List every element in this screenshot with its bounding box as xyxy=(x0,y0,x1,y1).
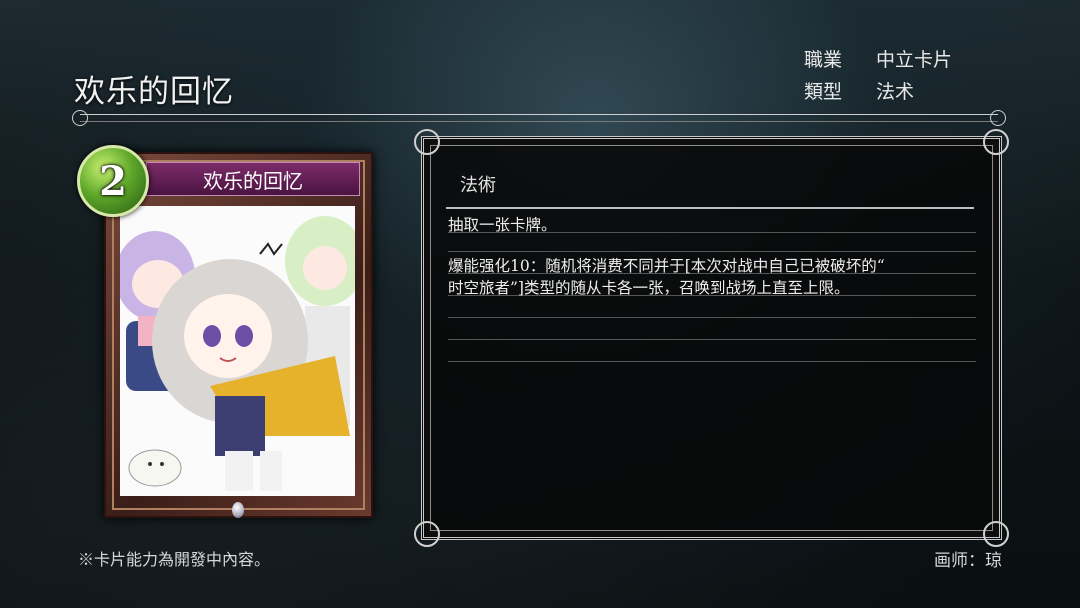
ability-line: 抽取一张卡牌。 xyxy=(448,211,976,234)
corner-ornament-icon xyxy=(414,521,440,547)
cost-gem: 2 xyxy=(77,145,149,217)
header-divider xyxy=(72,110,1006,126)
card-title: 欢乐的回忆 xyxy=(74,74,234,110)
card-preview[interactable]: 欢乐的回忆 xyxy=(104,152,373,518)
empty-line xyxy=(448,296,976,318)
artist-credit: 画师：琼 xyxy=(934,551,1002,571)
card-meta: 職業 中立卡片 類型 法术 xyxy=(804,42,952,106)
spell-type-label: 法術 xyxy=(460,175,496,196)
development-note: ※卡片能力為開發中內容。 xyxy=(78,550,271,569)
ornament-icon xyxy=(72,110,88,126)
ability-text: 抽取一张卡牌。 爆能强化10：随机将消费不同并于[本次对战中自己已被破坏的“ 时… xyxy=(448,211,976,362)
artwork-illustration xyxy=(120,206,355,496)
description-panel: 法術 抽取一张卡牌。 爆能强化10：随机将消费不同并于[本次对战中自己已被破坏的… xyxy=(414,129,1009,547)
panel-divider xyxy=(446,207,974,209)
type-row: 類型 法术 xyxy=(804,74,952,106)
corner-ornament-icon xyxy=(414,129,440,155)
card-gem-icon xyxy=(232,502,244,518)
type-value: 法术 xyxy=(876,80,915,103)
ability-line: 时空旅者”]类型的随从卡各一张，召唤到战场上直至上限。 xyxy=(448,274,976,297)
empty-line xyxy=(448,340,976,362)
line-spacer xyxy=(448,233,976,252)
ability-line: 爆能强化10：随机将消费不同并于[本次对战中自己已被破坏的“ xyxy=(448,252,976,275)
corner-ornament-icon xyxy=(983,129,1009,155)
card-artwork xyxy=(120,206,355,496)
class-label: 職業 xyxy=(804,48,843,71)
ornament-icon xyxy=(990,110,1006,126)
card-name-bar: 欢乐的回忆 xyxy=(146,162,360,196)
class-row: 職業 中立卡片 xyxy=(804,42,952,74)
corner-ornament-icon xyxy=(983,521,1009,547)
type-label: 類型 xyxy=(804,80,843,103)
empty-line xyxy=(448,318,976,340)
class-value: 中立卡片 xyxy=(876,48,953,71)
